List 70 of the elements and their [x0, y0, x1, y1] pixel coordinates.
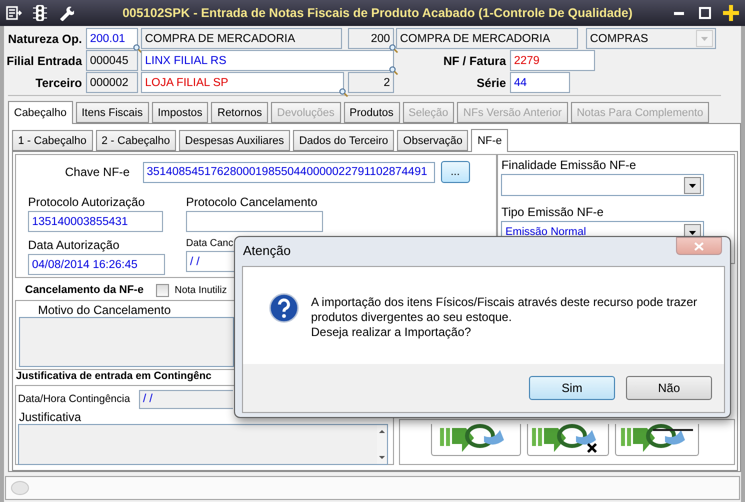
- tab[interactable]: Impostos: [152, 102, 208, 123]
- field-label: Data Autorização: [28, 238, 120, 252]
- menu-icon[interactable]: [6, 5, 22, 21]
- description-field: COMPRA DE MERCADORIA: [396, 28, 578, 49]
- status-light-icon: [11, 481, 29, 495]
- search-icon: [133, 44, 142, 53]
- field-label: Tipo Emissão NF-e: [501, 205, 604, 219]
- justification-textarea[interactable]: [18, 424, 388, 465]
- tab[interactable]: Observação: [397, 130, 468, 151]
- tab[interactable]: Dados do Terceiro: [293, 130, 394, 151]
- maximize-icon[interactable]: [697, 5, 713, 21]
- code-field: 000002: [86, 72, 138, 93]
- section-title: Cancelamento da NF-e: [25, 284, 144, 296]
- field-label: Data Canc: [186, 238, 234, 249]
- nfe-button[interactable]: [526, 424, 609, 456]
- tab: Seleção: [402, 102, 454, 123]
- nfe-button[interactable]: [430, 424, 521, 456]
- dialog-button[interactable]: Sim: [529, 376, 615, 400]
- tab[interactable]: Itens Fiscais: [76, 102, 149, 123]
- question-icon: [269, 293, 299, 323]
- close-icon: [694, 242, 704, 250]
- tab: Notas Para Complemento: [570, 102, 710, 123]
- search-icon: [339, 88, 348, 97]
- field-label: Filial Entrada: [6, 54, 84, 68]
- dialog-button[interactable]: Não: [626, 376, 712, 400]
- key-field[interactable]: 35140854517628000198550440000022791102874491: [142, 162, 435, 182]
- series-field[interactable]: 44: [510, 72, 570, 93]
- code-field: 000045: [86, 50, 138, 71]
- tab[interactable]: 2 - Cabeçalho: [96, 130, 176, 151]
- datetime-field[interactable]: / /: [139, 390, 233, 408]
- tab[interactable]: Produtos: [344, 102, 400, 123]
- group-select: COMPRAS: [586, 28, 716, 49]
- section-title: Justificativa de entrada em Contingênc: [16, 370, 212, 384]
- tab: Devoluções: [271, 102, 340, 123]
- field-label: Finalidade Emissão NF-e: [501, 158, 636, 172]
- invoice-field[interactable]: 2279: [510, 50, 595, 71]
- tab[interactable]: Cabeçalho: [8, 101, 73, 124]
- tab[interactable]: NF-e: [471, 129, 508, 152]
- description-field: COMPRA DE MERCADORIA: [141, 28, 342, 49]
- field-label: Motivo do Cancelamento: [38, 303, 171, 317]
- search-icon: [389, 66, 398, 75]
- checkbox-label: Nota Inutiliz: [174, 284, 227, 296]
- traffic-light-icon[interactable]: [32, 5, 48, 21]
- protocol-field[interactable]: 135140003855431: [28, 211, 163, 232]
- field-label: Protocolo Cancelamento: [186, 195, 318, 209]
- field-label: Data/Hora Contingência: [18, 393, 132, 405]
- window-title: 005102SPK - Entrada de Notas Fiscais de Produto Acabado (1-Controle De Qualidade): [121, 6, 634, 20]
- date-field[interactable]: 04/08/2014 16:26:45: [28, 254, 165, 275]
- field-label: Terceiro: [34, 76, 83, 90]
- tab[interactable]: Retornos: [211, 102, 268, 123]
- date-field[interactable]: / /: [186, 251, 234, 272]
- tab[interactable]: 1 - Cabeçalho: [12, 130, 92, 151]
- search-icon: [389, 44, 398, 53]
- checkbox[interactable]: [156, 284, 169, 296]
- tab: NFs Versão Anterior: [457, 102, 568, 123]
- tab[interactable]: Despesas Auxiliares: [179, 130, 290, 151]
- dialog-message: A importação dos itens Físicos/Fiscais através deste recurso pode trazer produtos divergentes ao seu estoque. Deseja realizar a Importação?: [311, 295, 698, 341]
- field-label: Série: [476, 76, 507, 90]
- field-label: Chave NF-e: [65, 165, 130, 179]
- field-label: Natureza Op.: [6, 32, 83, 46]
- protocol-field[interactable]: [186, 211, 323, 232]
- browse-button[interactable]: ...: [440, 161, 470, 183]
- field-label: Protocolo Autorização: [28, 195, 146, 209]
- nfe-button[interactable]: [614, 424, 699, 456]
- dialog-title: Atenção: [243, 243, 291, 258]
- wrench-icon[interactable]: [58, 5, 74, 21]
- field-label: NF / Fatura: [442, 54, 508, 68]
- plus-icon[interactable]: [723, 5, 739, 21]
- number-field: 2: [348, 72, 394, 93]
- field-label: Justificativa: [19, 410, 82, 424]
